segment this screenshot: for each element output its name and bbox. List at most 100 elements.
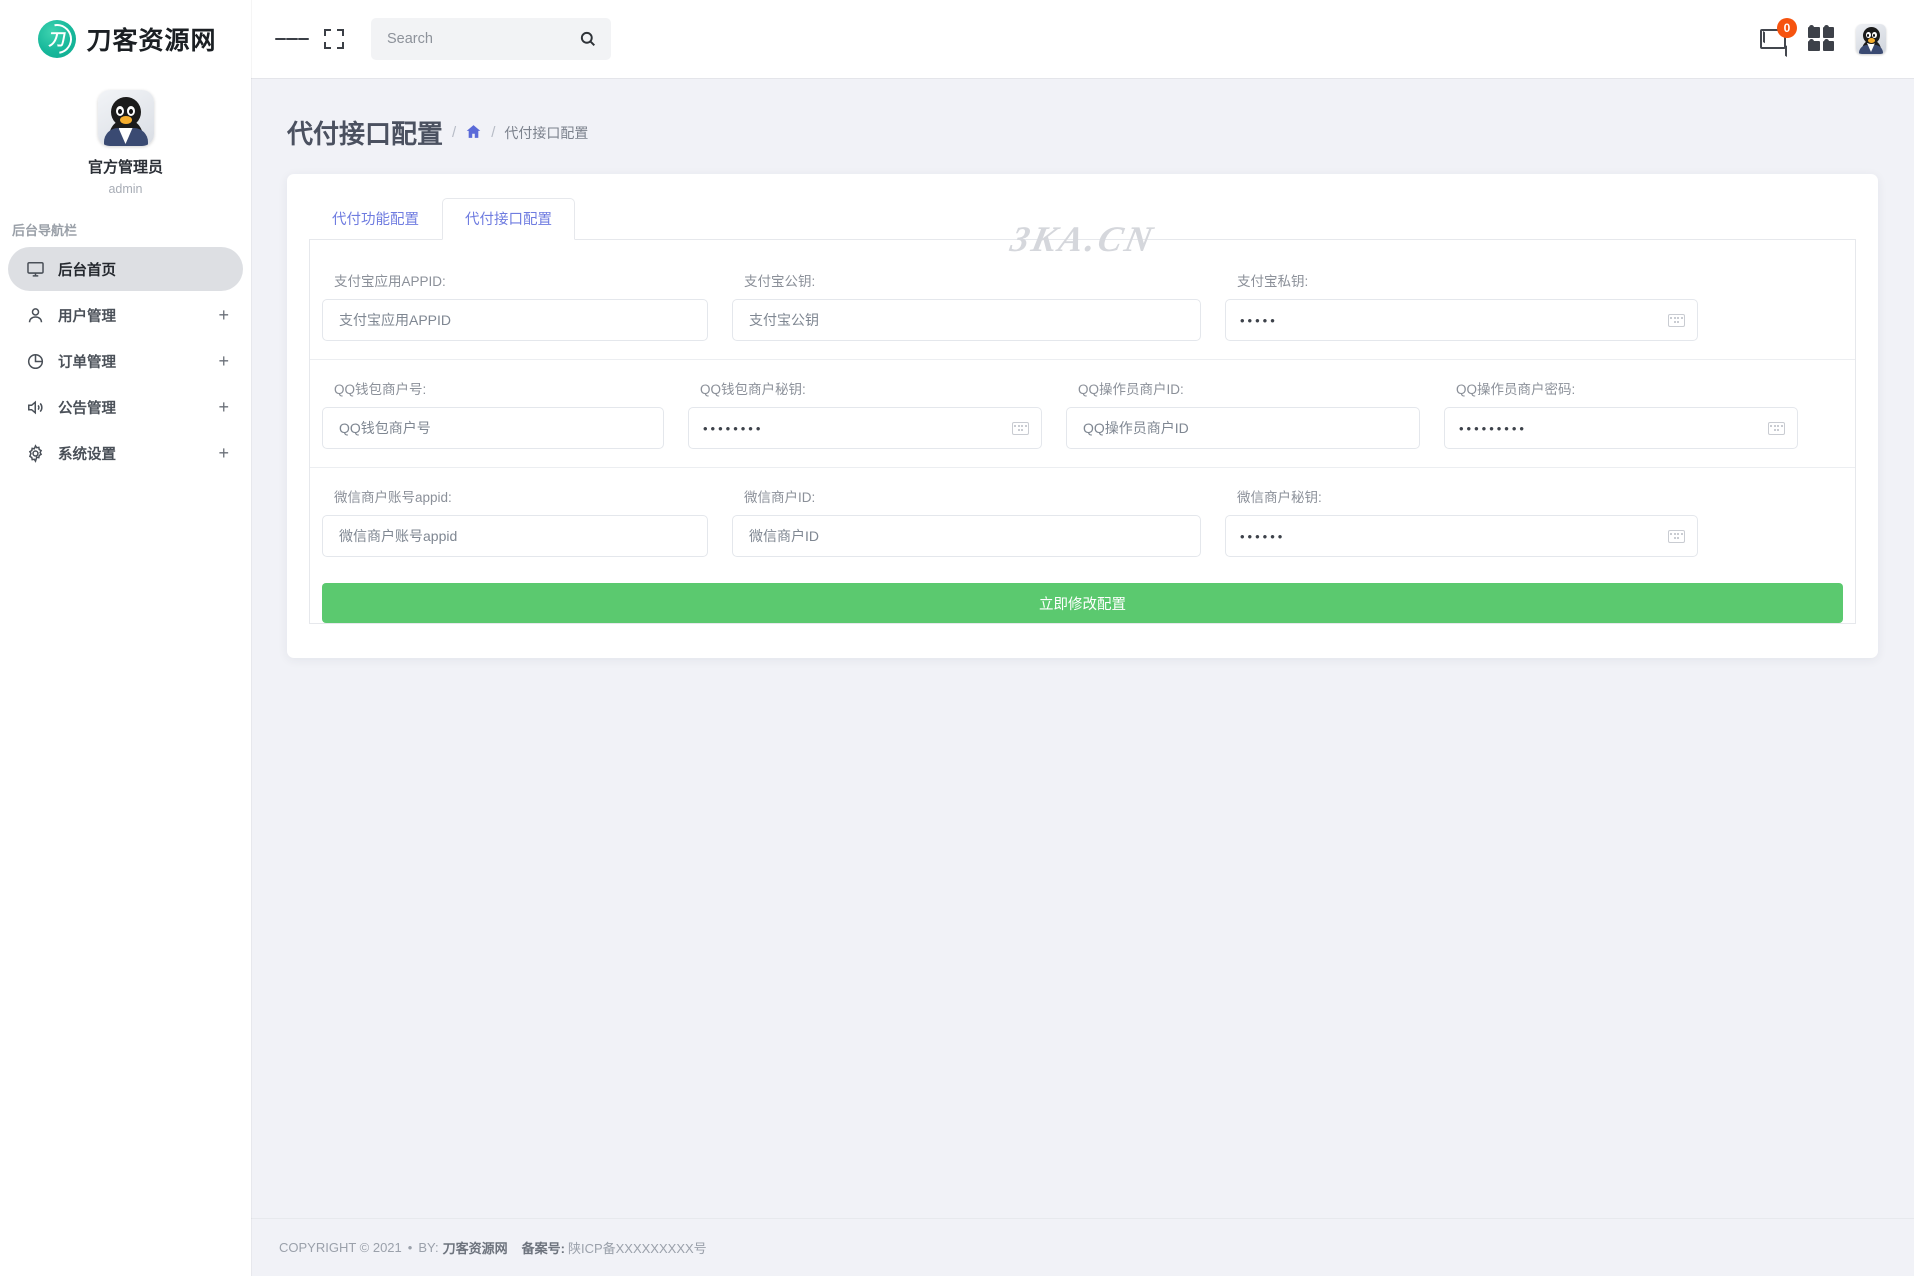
input-wrapper[interactable]: [322, 299, 708, 341]
expand-plus-icon[interactable]: +: [218, 398, 229, 416]
sidebar-item-label: 公告管理: [58, 400, 116, 417]
footer-dot: •: [407, 1240, 413, 1255]
apps-grid-icon[interactable]: [1808, 25, 1834, 51]
breadcrumb-separator: /: [452, 124, 457, 141]
input-wrapper[interactable]: [732, 515, 1201, 557]
page-title: 代付接口配置: [287, 119, 444, 149]
tab-bar: 代付功能配置 代付接口配置: [309, 196, 1856, 240]
sidebar-item-system-settings[interactable]: 系统设置 +: [8, 431, 243, 475]
fullscreen-icon[interactable]: [317, 22, 351, 56]
wechat-merchant-secret-input[interactable]: ••••••: [1240, 530, 1668, 543]
keyboard-icon[interactable]: [1668, 313, 1685, 327]
qq-penguin-eye-right: [126, 106, 135, 116]
field-qq-operator-password: QQ操作员商户密码: •••••••••: [1432, 378, 1810, 449]
config-card: 代付功能配置 代付接口配置 3KA.CN 支付宝应用APPID: 支付宝应用AP…: [287, 174, 1878, 658]
input-wrapper[interactable]: •••••: [1225, 299, 1698, 341]
sidebar-item-announcement-management[interactable]: 公告管理 +: [8, 385, 243, 429]
sidebar-item-dashboard[interactable]: 后台首页: [8, 247, 243, 291]
footer: COPYRIGHT © 2021 • BY: 刀客资源网 备案号: 陕ICP备X…: [251, 1218, 1914, 1276]
field-label: 微信商户秘钥:: [1237, 490, 1322, 505]
field-alipay-appid: 支付宝应用APPID:: [310, 270, 720, 341]
menu-toggle-icon[interactable]: [275, 22, 309, 56]
alipay-appid-input[interactable]: [337, 311, 695, 329]
tab-function-config[interactable]: 代付功能配置: [309, 198, 442, 240]
breadcrumb-separator: /: [491, 124, 496, 141]
topbar-actions: 0: [1760, 18, 1886, 54]
keyboard-icon[interactable]: [1768, 421, 1785, 435]
sidebar: 刀 刀客资源网 官方管理员 admin 后台导航栏 后台首页 用户管理 + 订单…: [0, 0, 251, 1276]
search-input[interactable]: [385, 30, 579, 48]
field-qq-wallet-merchant-no: QQ钱包商户号:: [310, 378, 676, 449]
wechat-merchant-appid-input[interactable]: [337, 527, 695, 545]
speaker-icon: [24, 397, 46, 417]
profile-role: admin: [108, 182, 143, 196]
sidebar-nav: 后台首页 用户管理 + 订单管理 + 公告管理 + 系统设置 +: [0, 247, 251, 475]
avatar[interactable]: [97, 90, 154, 146]
user-avatar[interactable]: [1856, 24, 1886, 54]
input-wrapper[interactable]: [322, 407, 664, 449]
sidebar-item-label: 用户管理: [58, 308, 116, 325]
qq-penguin-beak: [119, 116, 132, 124]
search-icon[interactable]: [579, 30, 597, 48]
message-count-badge: 0: [1777, 18, 1797, 38]
messages-button[interactable]: 0: [1760, 18, 1797, 49]
input-wrapper[interactable]: ••••••: [1225, 515, 1698, 557]
field-label: 支付宝公钥:: [744, 274, 816, 289]
expand-plus-icon[interactable]: +: [218, 306, 229, 324]
user-icon: [24, 305, 46, 325]
home-icon[interactable]: [465, 123, 482, 143]
footer-icp-label: 备案号:: [521, 1241, 565, 1256]
input-wrapper[interactable]: ••••••••: [688, 407, 1042, 449]
input-wrapper[interactable]: •••••••••: [1444, 407, 1798, 449]
field-label: 支付宝私钥:: [1237, 274, 1309, 289]
footer-icp-value: 陕ICP备XXXXXXXXX号: [567, 1241, 707, 1256]
alipay-public-key-input[interactable]: [747, 311, 1188, 329]
form-row: 支付宝应用APPID: 支付宝公钥: 支付宝私钥:: [310, 270, 1855, 360]
profile-name: 官方管理员: [87, 159, 163, 176]
app-root: 刀 刀客资源网 官方管理员 admin 后台导航栏 后台首页 用户管理 + 订单…: [0, 0, 1914, 1276]
breadcrumb-current: 代付接口配置: [504, 124, 589, 141]
sidebar-item-label: 订单管理: [58, 354, 116, 371]
content-area: 代付接口配置 / / 代付接口配置 代付功能配置 代付接口配置 3KA.CN 支…: [251, 78, 1914, 1218]
field-label: QQ操作员商户密码:: [1456, 382, 1576, 397]
expand-plus-icon[interactable]: +: [218, 352, 229, 370]
qq-penguin-head: [1863, 27, 1880, 44]
profile: 官方管理员 admin: [0, 78, 251, 196]
sidebar-item-order-management[interactable]: 订单管理 +: [8, 339, 243, 383]
wechat-merchant-id-input[interactable]: [747, 527, 1188, 545]
monitor-icon: [24, 259, 46, 279]
input-wrapper[interactable]: [732, 299, 1201, 341]
brand[interactable]: 刀 刀客资源网: [0, 0, 251, 78]
alipay-private-key-input[interactable]: •••••: [1240, 314, 1668, 327]
input-wrapper[interactable]: [1066, 407, 1420, 449]
brand-name: 刀客资源网: [86, 26, 217, 55]
submit-config-button[interactable]: 立即修改配置: [322, 583, 1843, 623]
expand-plus-icon[interactable]: +: [218, 444, 229, 462]
topbar: 0: [251, 0, 1914, 78]
qq-wallet-merchant-no-input[interactable]: [337, 419, 651, 437]
qq-operator-password-input[interactable]: •••••••••: [1459, 422, 1768, 435]
field-label: 微信商户ID:: [744, 490, 816, 505]
field-wechat-merchant-appid: 微信商户账号appid:: [310, 486, 720, 557]
brand-logo-glyph: 刀: [47, 29, 68, 49]
pie-chart-icon: [24, 351, 46, 371]
qq-penguin-eye-left: [115, 106, 124, 116]
keyboard-icon[interactable]: [1012, 421, 1029, 435]
field-label: 微信商户账号appid:: [334, 490, 452, 505]
sidebar-item-user-management[interactable]: 用户管理 +: [8, 293, 243, 337]
keyboard-icon[interactable]: [1668, 529, 1685, 543]
search-box[interactable]: [371, 18, 611, 60]
tab-interface-config[interactable]: 代付接口配置: [442, 198, 575, 240]
page-header: 代付接口配置 / / 代付接口配置: [251, 78, 1914, 151]
form-row: QQ钱包商户号: QQ钱包商户秘钥: ••••••••: [310, 378, 1855, 468]
footer-by-name[interactable]: 刀客资源网: [443, 1238, 508, 1257]
qq-penguin-beak: [1868, 38, 1875, 43]
qq-operator-merchant-id-input[interactable]: [1081, 419, 1407, 437]
input-wrapper[interactable]: [322, 515, 708, 557]
field-wechat-merchant-secret: 微信商户秘钥: ••••••: [1213, 486, 1710, 557]
gear-icon: [24, 443, 46, 463]
field-label: QQ操作员商户ID:: [1078, 382, 1184, 397]
qq-penguin-eye-right: [1872, 32, 1877, 38]
field-label: QQ钱包商户号:: [334, 382, 427, 397]
qq-wallet-secret-input[interactable]: ••••••••: [703, 422, 1012, 435]
